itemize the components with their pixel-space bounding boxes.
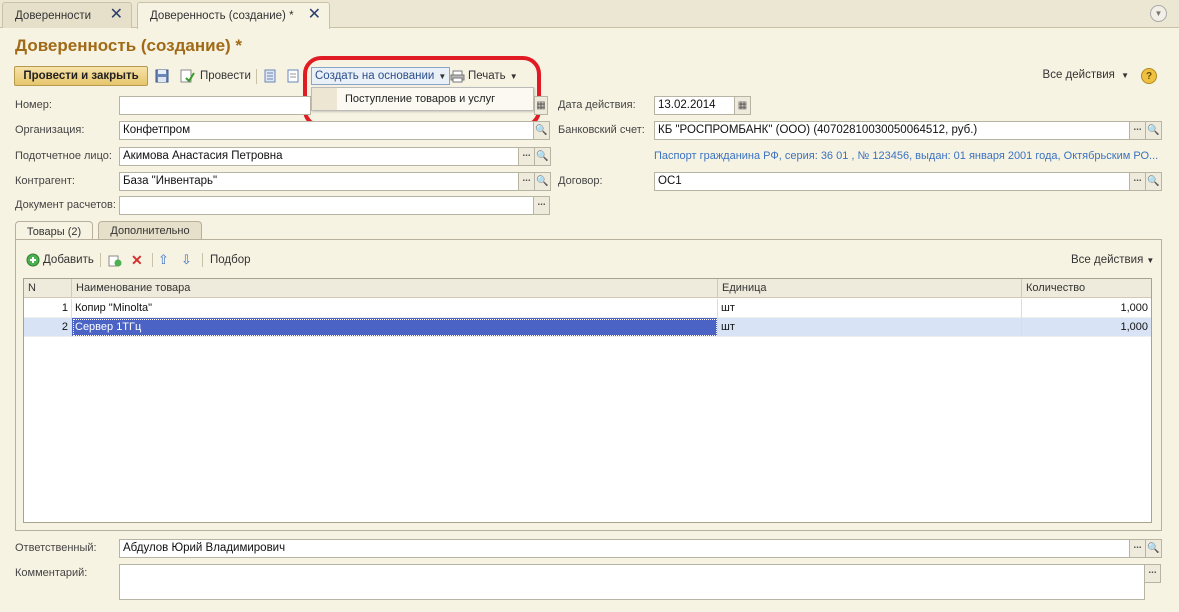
chevron-down-icon: ▼ (1146, 255, 1155, 265)
toolbar-divider (256, 69, 257, 84)
post-and-close-button[interactable]: Провести и закрыть (14, 66, 148, 86)
organization-label: Организация: (15, 124, 85, 136)
toolbar-divider (152, 253, 153, 267)
close-icon[interactable]: ✕ (110, 7, 123, 23)
post-button-label: Провести (200, 70, 251, 82)
help-button[interactable]: ? (1141, 68, 1157, 84)
add-label: Добавить (43, 254, 94, 266)
document-icon[interactable] (287, 66, 299, 86)
tab-proxies-label: Доверенности (15, 9, 92, 22)
page-title: Доверенность (создание) * (15, 36, 243, 55)
responsible-label: Ответственный: (15, 542, 97, 554)
number-label: Номер: (15, 99, 52, 111)
search-icon[interactable]: 🔍 (1145, 539, 1162, 558)
highlight-annotation (303, 56, 541, 128)
calendar-icon[interactable]: ▦ (534, 96, 548, 115)
search-icon[interactable]: 🔍 (534, 172, 551, 191)
number-field[interactable] (119, 96, 311, 115)
select-button[interactable] (1129, 172, 1146, 191)
close-icon[interactable]: ✕ (308, 7, 321, 23)
unit-cell[interactable]: шт (718, 299, 1022, 318)
bank-account-field[interactable]: КБ "РОСПРОМБАНК" (ООО) (4070281003005006… (654, 121, 1130, 140)
settlement-doc-field[interactable] (119, 196, 534, 215)
delete-icon[interactable]: ✕ (131, 250, 143, 270)
goods-all-actions-menu[interactable]: Все действия ▼ (1071, 250, 1154, 270)
post-icon (180, 69, 195, 83)
tab-proxy-create[interactable]: Доверенность (создание) * ✕ (137, 2, 330, 29)
column-header-quantity[interactable]: Количество (1022, 279, 1151, 298)
column-header-unit[interactable]: Единица (718, 279, 1022, 298)
tab-additional[interactable]: Дополнительно (98, 221, 202, 240)
responsible-field[interactable]: Абдулов Юрий Владимирович (119, 539, 1130, 558)
product-name-cell[interactable]: Сервер 1ТГц (72, 318, 718, 337)
bank-account-label: Банковский счет: (558, 124, 645, 136)
all-actions-menu[interactable]: Все действия ▼ (1043, 69, 1129, 81)
chevron-down-icon: ▼ (1121, 71, 1129, 80)
tab-proxy-create-label: Доверенность (создание) * (150, 10, 294, 22)
post-button[interactable]: Провести (180, 66, 251, 86)
organization-field[interactable]: Конфетпром (119, 121, 534, 140)
window-tab-strip: Доверенности ✕ Доверенность (создание) *… (0, 0, 1179, 29)
move-up-icon[interactable]: ⇧ (158, 250, 169, 270)
passport-link[interactable]: Паспорт гражданина РФ, серия: 36 01 , № … (654, 150, 1160, 162)
select-button[interactable] (1129, 121, 1146, 140)
add-button[interactable]: Добавить (26, 250, 94, 270)
row-number: 1 (24, 299, 72, 318)
column-header-name[interactable]: Наименование товара (72, 279, 718, 298)
tab-proxies[interactable]: Доверенности ✕ (2, 2, 132, 28)
all-actions-label: Все действия (1042, 69, 1115, 81)
tab-goods[interactable]: Товары (2) (15, 221, 93, 241)
unit-cell[interactable]: шт (718, 318, 1022, 337)
select-button[interactable] (533, 196, 550, 215)
select-button[interactable] (1144, 564, 1161, 583)
select-button[interactable] (518, 147, 535, 166)
add-icon (26, 253, 40, 267)
comment-label: Комментарий: (15, 567, 88, 579)
contract-field[interactable]: ОС1 (654, 172, 1130, 191)
toolbar-divider (100, 253, 101, 267)
comment-field[interactable] (119, 564, 1145, 600)
goods-all-actions-label: Все действия (1071, 254, 1144, 266)
search-icon[interactable]: 🔍 (534, 147, 551, 166)
copy-icon[interactable] (108, 250, 122, 270)
toolbar-divider (202, 253, 203, 267)
selection-button[interactable]: Подбор (210, 250, 251, 270)
search-icon[interactable]: 🔍 (1145, 172, 1162, 191)
counterparty-field[interactable]: База "Инвентарь" (119, 172, 519, 191)
column-header-n[interactable]: N (24, 279, 72, 298)
row-number: 2 (24, 318, 72, 337)
contract-label: Договор: (558, 175, 603, 187)
search-icon[interactable]: 🔍 (1145, 121, 1162, 140)
goods-table[interactable]: N Наименование товара Единица Количество… (23, 278, 1152, 523)
movements-icon[interactable] (264, 66, 276, 86)
calendar-icon[interactable]: ▦ (734, 96, 751, 115)
select-button[interactable] (518, 172, 535, 191)
chevron-down-icon[interactable]: ▼ (1150, 5, 1167, 22)
quantity-cell[interactable]: 1,000 (1022, 299, 1151, 318)
save-icon[interactable] (155, 66, 169, 86)
accountable-person-field[interactable]: Акимова Анастасия Петровна (119, 147, 519, 166)
move-down-icon[interactable]: ⇩ (181, 250, 192, 270)
settlement-doc-label: Документ расчетов: (15, 199, 116, 211)
select-button[interactable] (1129, 539, 1146, 558)
search-icon[interactable]: 🔍 (533, 121, 550, 140)
product-name-cell[interactable]: Копир "Minolta" (72, 299, 718, 318)
counterparty-label: Контрагент: (15, 175, 75, 187)
date-field[interactable]: 13.02.2014 (654, 96, 736, 115)
quantity-cell[interactable]: 1,000 (1022, 318, 1151, 337)
accountable-person-label: Подотчетное лицо: (15, 150, 112, 162)
date-label: Дата действия: (558, 99, 636, 111)
